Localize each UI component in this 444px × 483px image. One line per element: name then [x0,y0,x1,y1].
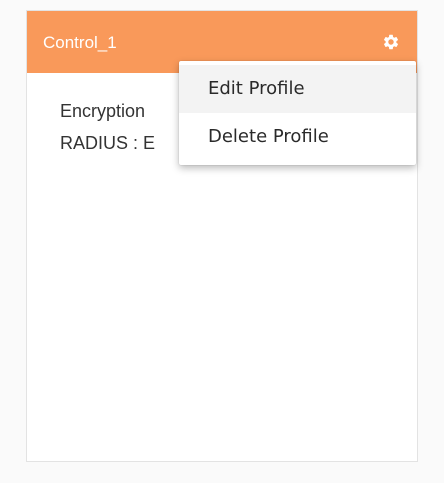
gear-icon[interactable] [382,33,400,51]
profile-dropdown-menu: Edit Profile Delete Profile [179,61,416,165]
edit-profile-menu-item[interactable]: Edit Profile [179,65,416,113]
card-title: Control_1 [43,33,117,52]
delete-profile-menu-item[interactable]: Delete Profile [179,113,416,161]
